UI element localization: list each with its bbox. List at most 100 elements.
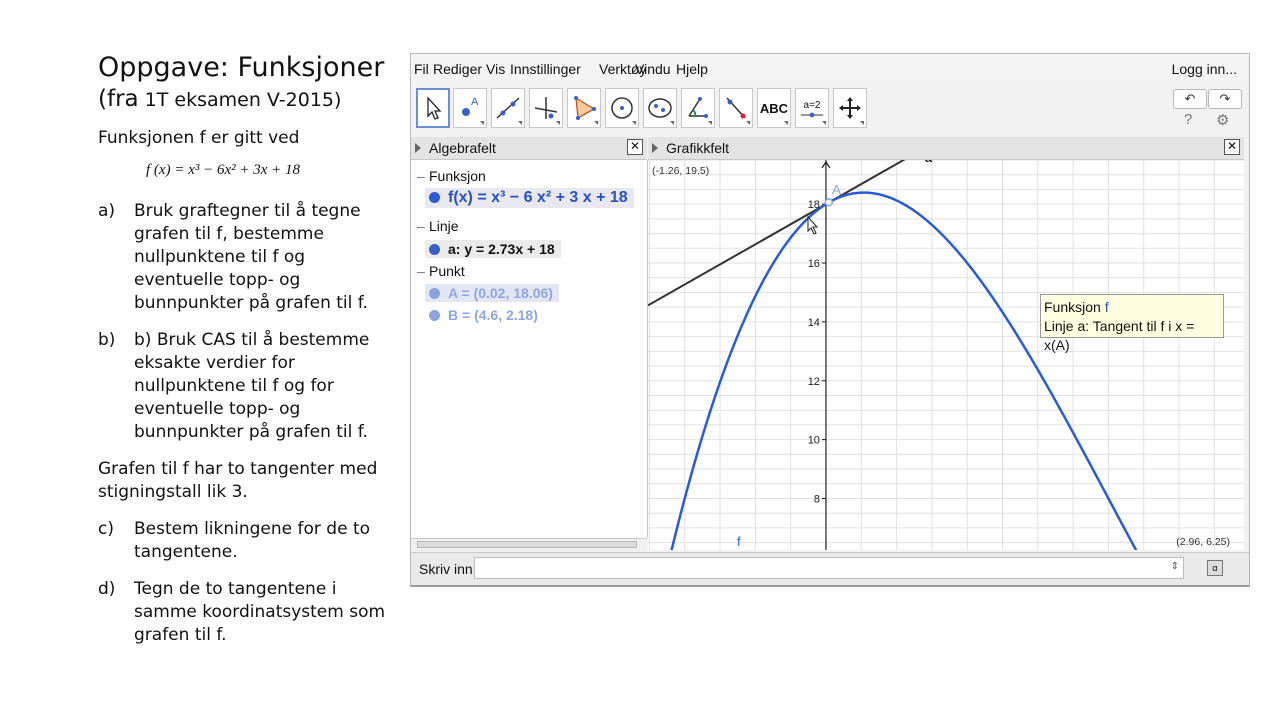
settings-icon[interactable]: ⚙ xyxy=(1216,111,1229,129)
angle-tool-icon xyxy=(688,97,708,118)
category-linje[interactable]: – Linje xyxy=(417,218,459,234)
polygon-tool-icon xyxy=(574,96,596,120)
angle-tool[interactable] xyxy=(681,88,715,128)
mouse-cursor-icon xyxy=(807,215,819,235)
toolbar: A ABC a=2 ↶ ↷ ? ⚙ xyxy=(411,85,1249,135)
graphics-header: Grafikkfelt ✕ xyxy=(648,137,1244,160)
algebra-close-icon[interactable]: ✕ xyxy=(627,139,643,155)
text-tool[interactable]: ABC xyxy=(757,88,791,128)
subtitle-small: 1T eksamen V-2015) xyxy=(138,89,342,111)
point-tool[interactable]: A xyxy=(453,88,487,128)
intro-text: Funksjonen f er gitt ved xyxy=(98,128,300,148)
slide-text: Oppgave: Funksjoner (fra 1T eksamen V-20… xyxy=(98,52,398,661)
tooltip-function-name: f xyxy=(1104,299,1109,315)
algebra-A-text: A = (0.02, 18.06) xyxy=(448,285,553,301)
ellipse-tool[interactable] xyxy=(643,88,677,128)
question-a: a) Bruk graftegner til å tegne grafen til… xyxy=(98,200,398,315)
category-punkt[interactable]: – Punkt xyxy=(417,263,465,279)
category-punkt-label: Punkt xyxy=(429,263,465,279)
point-tool-icon: A xyxy=(462,96,479,116)
move-graphics-tool-icon xyxy=(839,97,861,119)
reflect-tool-icon xyxy=(726,97,746,119)
reflect-tool[interactable] xyxy=(719,88,753,128)
question-d-label: d) xyxy=(98,579,116,599)
redo-icon: ↷ xyxy=(1219,91,1231,106)
tooltip-prefix: Funksjon xyxy=(1044,299,1105,315)
move-tool[interactable] xyxy=(416,88,450,128)
menu-rediger[interactable]: Rediger xyxy=(433,61,482,77)
visibility-dot[interactable] xyxy=(429,244,440,255)
slider-bar-icon xyxy=(800,112,824,117)
algebra-item-A[interactable]: A = (0.02, 18.06) xyxy=(425,284,559,302)
algebra-item-f[interactable]: f(x) = x³ − 6 x² + 3 x + 18 xyxy=(425,188,634,208)
question-a-label: a) xyxy=(98,201,116,221)
y-tick-label: 14 xyxy=(808,317,820,329)
question-d-text: Tegn de to tangentene i samme koordinats… xyxy=(134,579,386,645)
question-b: b) b) Bruk CAS til å bestemme eksakte ver… xyxy=(98,329,398,444)
line-tool[interactable] xyxy=(491,88,525,128)
tangent-paragraph: Grafen til f har to tangenter med stigni… xyxy=(98,459,378,502)
input-bar: Skriv inn: ⇕ α xyxy=(411,552,1249,585)
geogebra-window: Fil Rediger Vis Innstillinger Verktøy Vi… xyxy=(410,53,1250,587)
algebra-scrollbar[interactable] xyxy=(411,538,647,551)
spin-icon[interactable]: ⇕ xyxy=(1171,561,1179,572)
menu-vindu[interactable]: Vindu xyxy=(635,61,671,77)
redo-button[interactable]: ↷ xyxy=(1208,89,1242,109)
perpendicular-tool[interactable] xyxy=(529,88,563,128)
corner-top-left-label: (-1.26, 19.5) xyxy=(652,165,709,177)
question-b-text: b) Bruk CAS til å bestemme eksakte verdi… xyxy=(134,330,370,442)
slide-subtitle: (fra 1T eksamen V-2015) xyxy=(98,84,398,115)
menu-bar: Fil Rediger Vis Innstillinger Verktøy Vi… xyxy=(411,54,1249,84)
menu-vis[interactable]: Vis xyxy=(486,61,505,77)
scrollbar-thumb[interactable] xyxy=(417,541,637,548)
svg-text:A: A xyxy=(471,96,479,108)
menu-innstillinger[interactable]: Innstillinger xyxy=(510,61,581,77)
line-tool-icon xyxy=(496,97,520,119)
algebra-item-a[interactable]: a: y = 2.73x + 18 xyxy=(425,240,561,258)
algebra-f-text: f(x) = x³ − 6 x² + 3 x + 18 xyxy=(448,189,628,206)
move-graphics-tool[interactable] xyxy=(833,88,867,128)
login-link[interactable]: Logg inn... xyxy=(1172,61,1237,77)
ellipse-tool-icon xyxy=(648,98,672,118)
perpendicular-tool-icon xyxy=(534,97,558,119)
circle-tool[interactable] xyxy=(605,88,639,128)
algebra-item-B[interactable]: B = (4.6, 2.18) xyxy=(425,306,544,324)
category-linje-label: Linje xyxy=(429,218,459,234)
menu-hjelp[interactable]: Hjelp xyxy=(676,61,708,77)
question-a-text: Bruk graftegner til å tegne grafen til f… xyxy=(134,201,368,313)
question-b-label: b) xyxy=(98,330,116,350)
line-a-label: a xyxy=(925,160,933,165)
question-c-text: Bestem likningene for de to tangentene. xyxy=(134,519,371,562)
algebra-header: Algebrafelt ✕ xyxy=(411,137,647,160)
menu-fil[interactable]: Fil xyxy=(414,61,429,77)
graphics-view[interactable]: 18161412108Aaf(-1.26, 19.5)(2.96, 6.25) … xyxy=(648,160,1244,550)
corner-bottom-right-label: (2.96, 6.25) xyxy=(1176,536,1230,548)
algebra-collapse-icon[interactable] xyxy=(415,143,421,153)
visibility-dot[interactable] xyxy=(429,288,440,299)
y-tick-label: 8 xyxy=(814,493,820,505)
question-list-2: c) Bestem likningene for de to tangentene… xyxy=(98,518,398,647)
category-funksjon[interactable]: – Funksjon xyxy=(417,168,486,184)
keyboard-icon[interactable]: α xyxy=(1207,560,1223,576)
undo-button[interactable]: ↶ xyxy=(1173,89,1207,109)
subtitle-prefix: (fra xyxy=(98,86,139,112)
question-c-label: c) xyxy=(98,519,114,539)
slide-title: Oppgave: Funksjoner xyxy=(98,52,385,83)
question-d: d) Tegn de to tangentene i samme koordina… xyxy=(98,578,398,647)
graph-canvas[interactable]: 18161412108Aaf(-1.26, 19.5)(2.96, 6.25) xyxy=(648,160,1244,550)
algebra-view: – Funksjon f(x) = x³ − 6 x² + 3 x + 18 – L… xyxy=(411,160,648,538)
help-icon[interactable]: ? xyxy=(1184,111,1192,128)
function-formula: f (x) = x³ − 6x² + 3x + 18 xyxy=(146,162,301,178)
polygon-tool[interactable] xyxy=(567,88,601,128)
input-field[interactable]: ⇕ xyxy=(474,557,1184,579)
graphics-collapse-icon[interactable] xyxy=(652,143,658,153)
y-tick-label: 12 xyxy=(808,376,820,388)
visibility-dot[interactable] xyxy=(429,192,440,203)
algebra-a-text: a: y = 2.73x + 18 xyxy=(448,241,555,257)
category-funksjon-label: Funksjon xyxy=(429,168,486,184)
visibility-dot[interactable] xyxy=(429,310,440,321)
graphics-close-icon[interactable]: ✕ xyxy=(1224,139,1240,155)
slider-tool-label: a=2 xyxy=(803,99,821,111)
tooltip-line-1: Funksjon f xyxy=(1044,298,1220,317)
slider-tool[interactable]: a=2 xyxy=(795,88,829,128)
